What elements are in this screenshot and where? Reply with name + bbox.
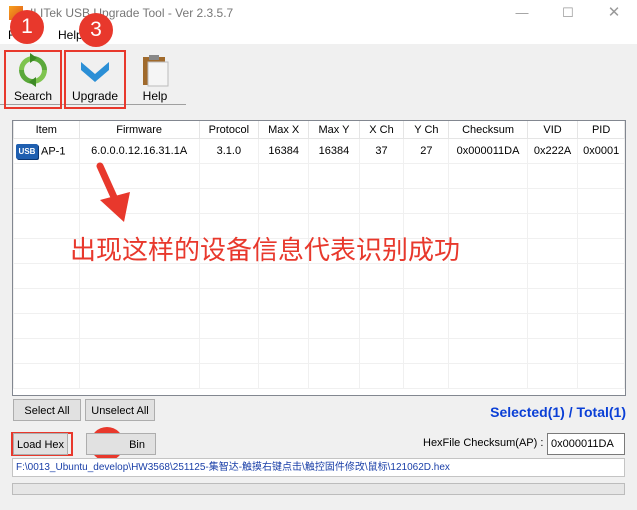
empty-row <box>13 288 625 314</box>
window-title: ILITek USB Upgrade Tool - Ver 2.3.5.7 <box>30 6 234 20</box>
cell-vid: 0x222A <box>526 138 579 164</box>
cell-pid: 0x0001 <box>577 138 625 164</box>
cell-x-ch: 37 <box>358 138 405 164</box>
cell-y-ch: 27 <box>403 138 450 164</box>
highlight-search <box>4 50 62 109</box>
clipboard-icon <box>143 55 169 87</box>
col-protocol[interactable]: Protocol <box>198 121 260 139</box>
empty-row <box>13 263 625 289</box>
cell-item: AP-1 <box>41 144 66 157</box>
col-max-x[interactable]: Max X <box>258 121 310 139</box>
cell-protocol: 3.1.0 <box>198 138 260 164</box>
annotation-text: 出现这样的设备信息代表识别成功 <box>70 235 461 265</box>
maximize-button[interactable]: ☐ <box>545 0 591 26</box>
select-all-button[interactable]: Select All <box>13 399 81 421</box>
step-badge-3: 3 <box>79 13 113 47</box>
cell-firmware: 6.0.0.0.12.16.31.1A <box>78 138 200 164</box>
usb-icon: USB <box>16 143 38 159</box>
hexfile-checksum-field[interactable]: 0x000011DA <box>547 433 625 455</box>
cell-max-x: 16384 <box>258 138 310 164</box>
col-firmware[interactable]: Firmware <box>78 121 200 139</box>
step-badge-1: 1 <box>10 10 44 44</box>
load-bin-button[interactable]: Bin <box>86 433 156 455</box>
col-y-ch[interactable]: Y Ch <box>403 121 450 139</box>
progress-bar <box>12 483 625 495</box>
close-button[interactable]: ✕ <box>591 0 637 26</box>
selection-count: Selected(1) / Total(1) <box>490 404 626 420</box>
help-button[interactable]: Help <box>128 48 182 104</box>
unselect-all-button[interactable]: Unselect All <box>85 399 155 421</box>
file-path-field[interactable]: F:\0013_Ubuntu_develop\HW3568\251125-集智达… <box>12 458 625 477</box>
empty-row <box>13 338 625 364</box>
highlight-upgrade <box>64 50 126 109</box>
cell-max-y: 16384 <box>308 138 360 164</box>
hexfile-checksum-label: HexFile Checksum(AP) : <box>423 437 544 449</box>
help-label: Help <box>142 89 168 103</box>
cell-checksum: 0x000011DA <box>448 138 528 164</box>
col-max-y[interactable]: Max Y <box>308 121 360 139</box>
table-row[interactable]: USB AP-1 6.0.0.0.12.16.31.1A 3.1.0 16384 … <box>13 138 625 164</box>
red-arrow-icon <box>96 162 130 222</box>
minimize-button[interactable]: — <box>499 0 545 26</box>
load-hex-button[interactable]: Load Hex <box>13 433 68 455</box>
empty-row <box>13 313 625 339</box>
empty-row <box>13 363 625 389</box>
col-x-ch[interactable]: X Ch <box>358 121 405 139</box>
table-header: Item Firmware Protocol Max X Max Y X Ch … <box>13 121 625 139</box>
col-pid[interactable]: PID <box>577 121 625 139</box>
col-vid[interactable]: VID <box>526 121 579 139</box>
col-checksum[interactable]: Checksum <box>448 121 528 139</box>
col-item[interactable]: Item <box>13 121 80 139</box>
